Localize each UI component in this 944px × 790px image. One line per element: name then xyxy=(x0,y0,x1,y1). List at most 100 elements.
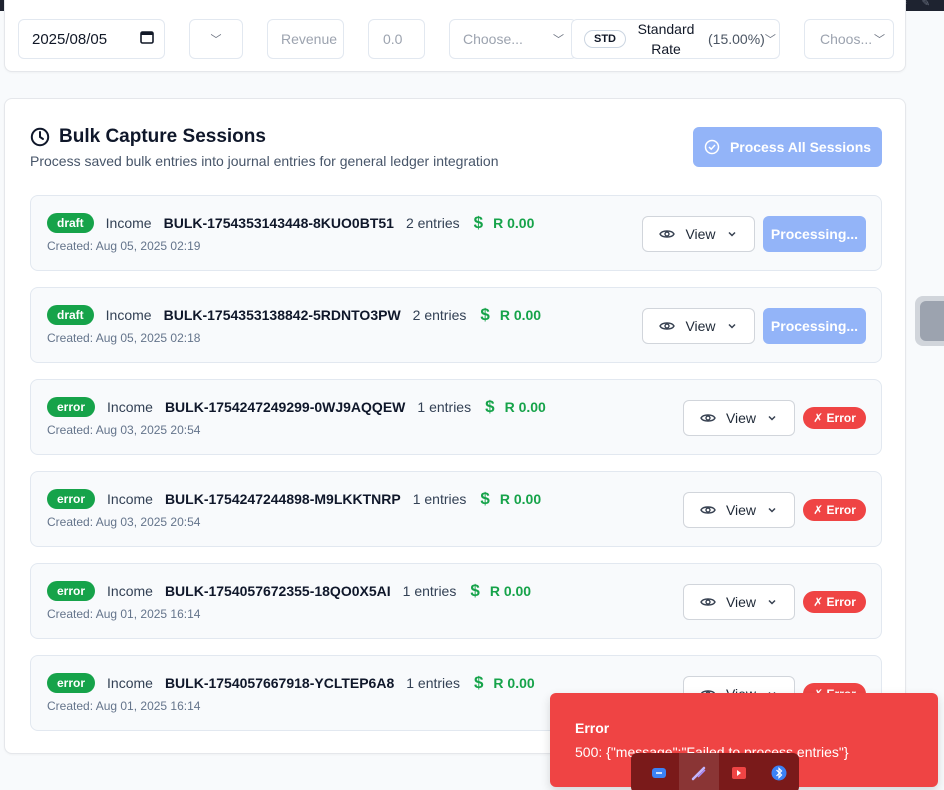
view-label: View xyxy=(685,318,716,334)
processing-button[interactable]: Processing... xyxy=(763,216,866,252)
session-type: Income xyxy=(107,399,153,415)
session-type: Income xyxy=(105,307,152,323)
session-amount: R 0.00 xyxy=(489,583,532,599)
pen-icon xyxy=(920,301,944,341)
eye-icon xyxy=(700,598,716,606)
processing-button[interactable]: Processing... xyxy=(763,308,866,344)
process-all-label: Process All Sessions xyxy=(729,139,872,155)
session-amount: R 0.00 xyxy=(493,215,535,231)
status-badge: draft xyxy=(47,213,94,233)
session-amount: R 0.00 xyxy=(499,491,542,507)
revenue-placeholder: Revenue xyxy=(281,31,338,47)
created-date: Created: Aug 01, 2025 16:14 xyxy=(47,607,201,621)
status-badge: error xyxy=(47,397,96,417)
view-label: View xyxy=(725,502,757,518)
error-button[interactable]: ✗ Error xyxy=(803,591,866,613)
session-amount: R 0.00 xyxy=(493,675,535,691)
view-button[interactable]: View xyxy=(683,400,795,436)
status-badge: error xyxy=(47,673,96,693)
tax-rate: (15.00%) xyxy=(708,31,765,47)
session-amount: R 0.00 xyxy=(504,399,546,415)
topbar-tool-icons: ⌗ ✎ xyxy=(901,0,936,9)
session-type: Income xyxy=(107,491,153,507)
session-reference: BULK-1754353143448-8KUO0BT51 xyxy=(163,215,394,231)
feather-pen-icon[interactable] xyxy=(679,753,719,790)
eye-icon xyxy=(700,506,716,514)
entry-count: 1 entries xyxy=(417,399,472,415)
eye-icon xyxy=(659,322,676,330)
created-date: Created: Aug 03, 2025 20:54 xyxy=(47,515,201,529)
dollar-icon: $ xyxy=(480,305,490,324)
process-all-button[interactable]: Process All Sessions xyxy=(693,127,882,167)
vat-select[interactable]: STD Standard Rate (15.00%) ﹀ xyxy=(571,19,780,59)
bluetooth-icon[interactable] xyxy=(759,753,799,790)
session-amount: R 0.00 xyxy=(499,307,542,323)
view-label: View xyxy=(725,410,757,426)
account-select[interactable]: Choose... ﹀ xyxy=(449,19,577,59)
eye-icon xyxy=(659,230,676,238)
session-row: error Income BULK-1754057672355-18QO0X5A… xyxy=(30,563,882,639)
date-value: 2025/08/05 xyxy=(32,30,108,48)
view-button[interactable]: View xyxy=(642,308,755,344)
error-button[interactable]: ✗ Error xyxy=(803,407,866,429)
record-icon[interactable] xyxy=(719,753,759,790)
entry-count: 1 entries xyxy=(406,675,460,691)
dollar-icon: $ xyxy=(473,673,484,692)
bank-select-value: Choos... xyxy=(820,31,873,47)
session-row: draft Income BULK-1754353138842-5RDNTO3P… xyxy=(30,287,882,363)
side-feedback-tab[interactable] xyxy=(915,296,944,346)
session-reference: BULK-1754057667918-YCLTEP6A8 xyxy=(164,675,395,691)
chevron-down-icon xyxy=(728,231,736,237)
session-type: Income xyxy=(107,583,153,599)
view-label: View xyxy=(685,226,716,242)
dollar-icon: $ xyxy=(473,213,484,232)
dollar-icon: $ xyxy=(470,581,480,600)
check-circle-icon xyxy=(704,139,720,155)
bulk-sessions-card: Bulk Capture Sessions Process saved bulk… xyxy=(4,98,906,754)
card-title-text: Bulk Capture Sessions xyxy=(59,126,266,147)
chevron-down-icon xyxy=(768,507,776,513)
date-input[interactable]: 2025/08/05 xyxy=(18,19,165,59)
entry-count: 1 entries xyxy=(402,583,457,599)
amount-input[interactable]: 0.0 xyxy=(368,19,425,59)
chevron-down-icon: ﹀ xyxy=(210,34,222,46)
error-button[interactable]: ✗ Error xyxy=(803,499,866,521)
dollar-icon: $ xyxy=(480,489,490,508)
status-badge: error xyxy=(47,581,96,601)
tax-name: Standard Rate xyxy=(637,21,695,57)
type-select[interactable]: ﹀ xyxy=(189,19,243,59)
card-subtitle: Process saved bulk entries into journal … xyxy=(30,153,499,169)
filter-bar: 2025/08/05 ﹀ Revenue 0.0 Choose... ﹀ STD… xyxy=(4,0,906,72)
created-date: Created: Aug 05, 2025 02:18 xyxy=(47,331,201,345)
tax-code-badge: STD xyxy=(584,30,626,48)
dollar-icon: $ xyxy=(485,397,495,416)
bank-select[interactable]: Choos... ﹀ xyxy=(804,19,894,59)
toast-title: Error xyxy=(575,720,610,736)
view-button[interactable]: View xyxy=(642,216,755,252)
created-date: Created: Aug 05, 2025 02:19 xyxy=(47,239,201,253)
session-reference: BULK-1754057672355-18QO0X5AI xyxy=(164,583,391,599)
chevron-down-icon: ﹀ xyxy=(764,34,776,46)
status-badge: error xyxy=(47,489,96,509)
session-type: Income xyxy=(107,675,153,691)
chevron-down-icon xyxy=(728,323,736,329)
entry-count: 2 entries xyxy=(412,307,467,323)
created-date: Created: Aug 03, 2025 20:54 xyxy=(47,423,201,437)
card-title: Bulk Capture Sessions xyxy=(30,126,266,148)
system-tray-popup xyxy=(631,753,799,790)
session-row: error Income BULK-1754247244898-M9LKKTNR… xyxy=(30,471,882,547)
eye-icon xyxy=(700,414,716,422)
entry-count: 1 entries xyxy=(412,491,467,507)
session-reference: BULK-1754247249299-0WJ9AQQEW xyxy=(164,399,406,415)
view-button[interactable]: View xyxy=(683,492,795,528)
view-button[interactable]: View xyxy=(683,584,795,620)
clock-icon xyxy=(30,127,50,147)
revenue-input[interactable]: Revenue xyxy=(267,19,344,59)
chevron-down-icon: ﹀ xyxy=(553,34,564,46)
account-select-value: Choose... xyxy=(463,31,523,47)
session-row: draft Income BULK-1754353143448-8KUO0BT5… xyxy=(30,195,882,271)
session-reference: BULK-1754247244898-M9LKKTNRP xyxy=(164,491,401,507)
chevron-down-icon xyxy=(768,599,776,605)
calendar-icon xyxy=(140,30,154,48)
cloud-sync-icon[interactable] xyxy=(639,753,679,790)
